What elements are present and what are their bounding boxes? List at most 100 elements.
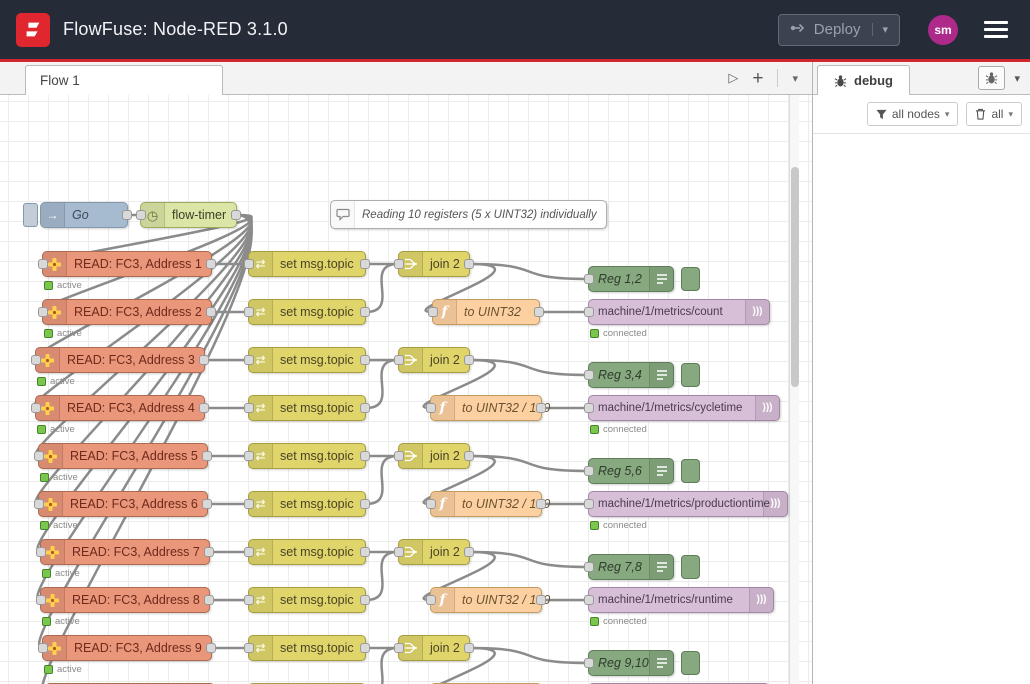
node-set6[interactable]: ⇄set msg.topic (248, 491, 366, 517)
node-join3[interactable]: join 2 (398, 443, 470, 469)
output-port[interactable] (206, 643, 216, 653)
input-port[interactable] (394, 643, 404, 653)
node-read3[interactable]: READ: FC3, Address 3 (35, 347, 205, 373)
deploy-button[interactable]: Deploy ▾ (778, 14, 900, 46)
tab-flow1[interactable]: Flow 1 (25, 65, 223, 95)
input-port[interactable] (36, 547, 46, 557)
wire[interactable] (366, 264, 398, 312)
output-port[interactable] (206, 307, 216, 317)
node-dbg1[interactable]: Reg 1,2 (588, 266, 674, 292)
inject-trigger-button[interactable] (23, 203, 38, 227)
input-port[interactable] (34, 499, 44, 509)
input-port[interactable] (394, 355, 404, 365)
debug-clear-button[interactable]: all ▾ (966, 102, 1022, 126)
input-port[interactable] (244, 595, 254, 605)
tab-scroll-icon[interactable]: ▷ (728, 70, 738, 86)
output-port[interactable] (360, 547, 370, 557)
add-flow-button[interactable]: + (752, 69, 763, 88)
output-port[interactable] (360, 451, 370, 461)
input-port[interactable] (136, 210, 146, 220)
node-set4[interactable]: ⇄set msg.topic (248, 395, 366, 421)
node-read4[interactable]: READ: FC3, Address 4 (35, 395, 205, 421)
input-port[interactable] (31, 355, 41, 365)
node-set2[interactable]: ⇄set msg.topic (248, 299, 366, 325)
output-port[interactable] (360, 595, 370, 605)
debug-toggle-button[interactable] (681, 555, 700, 579)
input-port[interactable] (244, 451, 254, 461)
input-port[interactable] (584, 499, 594, 509)
debug-filter-button[interactable]: all nodes ▾ (867, 102, 959, 126)
node-join4[interactable]: join 2 (398, 539, 470, 565)
node-join2[interactable]: join 2 (398, 347, 470, 373)
output-port[interactable] (360, 259, 370, 269)
node-dbg2[interactable]: Reg 3,4 (588, 362, 674, 388)
output-port[interactable] (464, 547, 474, 557)
input-port[interactable] (584, 562, 594, 572)
output-port[interactable] (360, 355, 370, 365)
output-port[interactable] (202, 451, 212, 461)
output-port[interactable] (536, 499, 546, 509)
output-port[interactable] (199, 355, 209, 365)
input-port[interactable] (584, 274, 594, 284)
output-port[interactable] (464, 643, 474, 653)
output-port[interactable] (204, 595, 214, 605)
input-port[interactable] (394, 259, 404, 269)
main-menu-icon[interactable] (984, 21, 1008, 38)
input-port[interactable] (244, 499, 254, 509)
node-set1[interactable]: ⇄set msg.topic (248, 251, 366, 277)
output-port[interactable] (464, 451, 474, 461)
debug-toggle-button[interactable] (681, 363, 700, 387)
node-read8[interactable]: READ: FC3, Address 8 (40, 587, 210, 613)
node-set8[interactable]: ⇄set msg.topic (248, 587, 366, 613)
output-port[interactable] (464, 259, 474, 269)
output-port[interactable] (204, 547, 214, 557)
input-port[interactable] (244, 403, 254, 413)
node-dbg4[interactable]: Reg 7,8 (588, 554, 674, 580)
node-mqtt1[interactable]: )))machine/1/metrics/count (588, 299, 770, 325)
node-set9[interactable]: ⇄set msg.topic (248, 635, 366, 661)
output-port[interactable] (231, 210, 241, 220)
debug-toggle-button[interactable] (681, 459, 700, 483)
input-port[interactable] (38, 643, 48, 653)
flow-list-caret[interactable]: ▾ (792, 72, 798, 85)
node-read1[interactable]: READ: FC3, Address 1 (42, 251, 212, 277)
node-fn3[interactable]: fto UINT32 / 100 (430, 491, 542, 517)
node-read2[interactable]: READ: FC3, Address 2 (42, 299, 212, 325)
input-port[interactable] (244, 259, 254, 269)
input-port[interactable] (584, 595, 594, 605)
output-port[interactable] (360, 403, 370, 413)
node-ft[interactable]: ◷flow-timer (140, 202, 237, 228)
node-read7[interactable]: READ: FC3, Address 7 (40, 539, 210, 565)
canvas-scrollbar[interactable] (789, 95, 799, 684)
output-port[interactable] (202, 499, 212, 509)
debug-toggle-button[interactable] (681, 267, 700, 291)
output-port[interactable] (534, 307, 544, 317)
input-port[interactable] (244, 355, 254, 365)
node-read6[interactable]: READ: FC3, Address 6 (38, 491, 208, 517)
node-mqtt2[interactable]: )))machine/1/metrics/cycletime (588, 395, 780, 421)
scrollbar-thumb[interactable] (791, 167, 799, 387)
input-port[interactable] (31, 403, 41, 413)
input-port[interactable] (428, 307, 438, 317)
node-dbg5[interactable]: Reg 9,10 (588, 650, 674, 676)
node-dbg3[interactable]: Reg 5,6 (588, 458, 674, 484)
output-port[interactable] (206, 259, 216, 269)
output-port[interactable] (360, 499, 370, 509)
node-join1[interactable]: join 2 (398, 251, 470, 277)
open-debug-window-button[interactable] (978, 66, 1005, 90)
input-port[interactable] (38, 307, 48, 317)
output-port[interactable] (360, 643, 370, 653)
node-fn2[interactable]: fto UINT32 / 100 (430, 395, 542, 421)
output-port[interactable] (536, 595, 546, 605)
node-mqtt3[interactable]: )))machine/1/metrics/productiontime (588, 491, 788, 517)
output-port[interactable] (199, 403, 209, 413)
input-port[interactable] (426, 403, 436, 413)
input-port[interactable] (584, 466, 594, 476)
input-port[interactable] (584, 403, 594, 413)
sidebar-menu-caret[interactable]: ▾ (1014, 72, 1020, 85)
node-join5[interactable]: join 2 (398, 635, 470, 661)
input-port[interactable] (584, 370, 594, 380)
input-port[interactable] (36, 595, 46, 605)
wire[interactable] (366, 456, 398, 504)
node-go[interactable]: →Go (40, 202, 128, 228)
